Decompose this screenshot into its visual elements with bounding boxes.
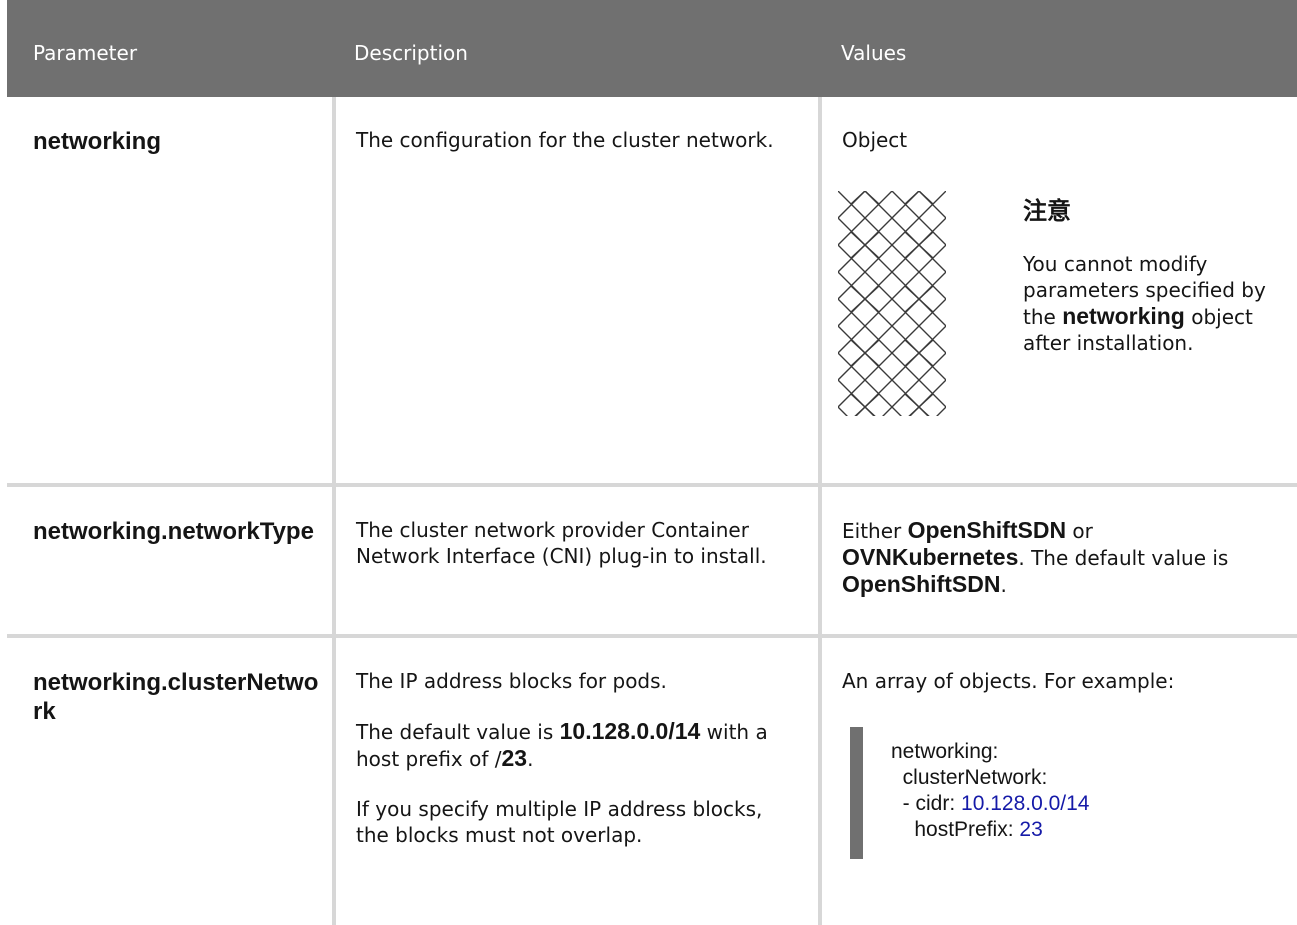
table-row: networking.clusterNetwork The IP address… [7,636,1297,925]
table-header: Parameter Description Values [7,0,1297,97]
parameters-page: Parameter Description Values networking … [0,0,1297,925]
description-fragment: . [527,747,534,771]
note-text: You cannot modify parameters specified b… [1023,251,1281,356]
code-key: - cidr: [891,792,962,815]
note-admonition: 注意 You cannot modify parameters specifie… [838,191,1281,416]
header-description: Description [354,41,468,65]
note-strong: networking [1062,303,1185,329]
description-fragment: The default value is [356,720,560,744]
code-line: clusterNetwork: [891,766,1048,789]
table-row: networking.networkType The cluster netwo… [7,485,1297,638]
value-fragment: . [1000,573,1007,597]
header-values: Values [841,41,907,65]
param-values: An array of objects. For example: networ… [818,636,1297,925]
code-value: 10.128.0.0/14 [961,792,1090,815]
param-description: The IP address blocks for pods. The defa… [332,636,820,925]
code-block: networking: clusterNetwork: - cidr: 10.1… [850,727,1281,859]
description-strong: 10.128.0.0/14 [559,718,701,744]
value-strong: OpenShiftSDN [842,571,1001,597]
note-body: 注意 You cannot modify parameters specifie… [1023,191,1281,416]
code-key: hostPrefix: [891,818,1020,841]
value-text: An array of objects. For example: [842,669,1175,693]
description-text: The cluster network provider Container N… [356,518,767,568]
value-fragment: . The default value is [1018,546,1229,570]
value-text: Either OpenShiftSDN or OVNKubernetes. Th… [842,517,1281,598]
value-strong: OVNKubernetes [842,544,1019,570]
description-text: The IP address blocks for pods. [356,669,667,693]
warning-pattern-icon [838,191,946,416]
header-parameter: Parameter [33,41,138,65]
code-line: networking: [891,740,999,763]
description-text: The default value is 10.128.0.0/14 with … [356,718,778,772]
value-text: Object [842,128,908,152]
description-text: If you specify multiple IP address block… [356,797,763,847]
value-fragment: Either [842,519,908,543]
param-name: networking.networkType [7,485,334,638]
description-text: The configuration for the cluster networ… [356,128,774,152]
param-description: The cluster network provider Container N… [332,485,820,638]
param-values: Either OpenShiftSDN or OVNKubernetes. Th… [818,485,1297,638]
note-title: 注意 [1023,197,1071,225]
param-description: The configuration for the cluster networ… [332,97,820,487]
table-row: networking The configuration for the clu… [7,97,1297,487]
param-values: Object 注意 You cannot modify parameters s… [818,97,1297,487]
value-fragment: or [1066,519,1093,543]
description-strong: 23 [501,745,528,771]
param-name: networking [7,97,334,487]
parameters-table: Parameter Description Values networking … [7,0,1297,925]
param-name: networking.clusterNetwork [33,669,319,725]
code-value: 23 [1019,818,1043,841]
value-strong: OpenShiftSDN [907,517,1067,543]
